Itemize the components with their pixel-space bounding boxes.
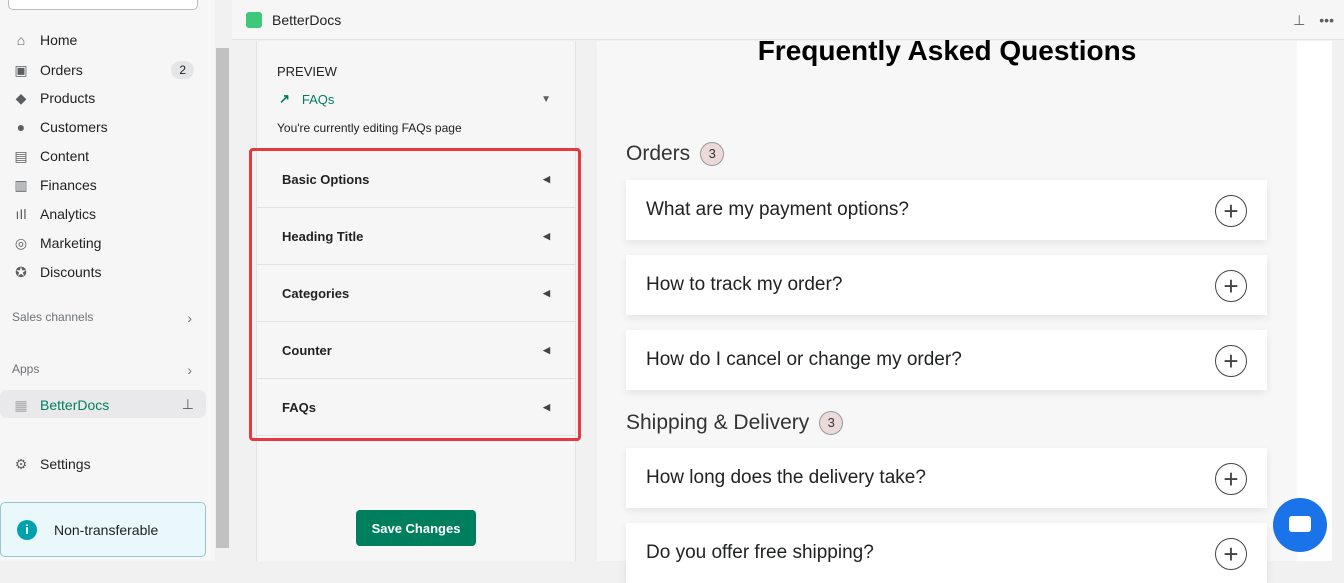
apps-header[interactable]: Apps › xyxy=(12,362,192,378)
editing-text: You're currently editing FAQs page xyxy=(277,121,462,135)
tag-icon: ◆ xyxy=(15,90,27,106)
orders-badge: 2 xyxy=(171,61,194,79)
caret-down-icon: ▼ xyxy=(541,93,551,105)
faq-item[interactable]: How long does the delivery take? + xyxy=(626,448,1267,508)
plus-icon[interactable]: + xyxy=(1215,345,1247,377)
save-changes-button[interactable]: Save Changes xyxy=(356,510,476,546)
sales-channels-header[interactable]: Sales channels › xyxy=(12,310,192,326)
plus-icon[interactable]: + xyxy=(1215,195,1247,227)
non-transferable-notice: i Non-transferable xyxy=(0,502,206,557)
discount-icon: ✪ xyxy=(15,264,27,280)
plus-icon[interactable]: + xyxy=(1215,463,1247,495)
bar-chart-icon: ıIl xyxy=(15,206,27,222)
section-categories[interactable]: Categories ◀ xyxy=(257,265,576,322)
category-heading: Shipping & Delivery 3 xyxy=(626,411,844,435)
home-icon: ⌂ xyxy=(16,32,26,48)
sidebar-scrollbar[interactable] xyxy=(215,0,230,561)
pin-icon[interactable]: ⊥ xyxy=(1293,12,1305,29)
section-heading-title[interactable]: Heading Title ◀ xyxy=(257,208,576,265)
app-icon: ▦ xyxy=(14,396,28,413)
preview-margin xyxy=(1297,41,1332,561)
options-accordion: Basic Options ◀ Heading Title ◀ Categories… xyxy=(249,148,581,441)
app-header: BetterDocs ⊥ ••• xyxy=(232,0,1344,40)
betterdocs-logo xyxy=(246,11,262,28)
sidebar-item-discounts[interactable]: ✪ Discounts xyxy=(12,264,194,280)
section-faqs[interactable]: FAQs ◀ xyxy=(257,379,576,436)
page-title: Frequently Asked Questions xyxy=(757,35,1137,66)
sidebar-item-marketing[interactable]: ◎ Marketing xyxy=(12,235,194,251)
chevron-right-icon: › xyxy=(187,310,192,326)
caret-left-icon: ◀ xyxy=(543,173,550,184)
sidebar-item-finances[interactable]: ▥ Finances xyxy=(12,177,194,193)
person-icon: ● xyxy=(16,119,26,135)
search-input[interactable] xyxy=(8,0,198,10)
faq-item[interactable]: How to track my order? + xyxy=(626,255,1267,315)
settings-panel: PREVIEW ↗ FAQs ▼ You're currently editing … xyxy=(249,41,581,561)
sidebar-item-customers[interactable]: ● Customers xyxy=(12,119,194,135)
chat-icon xyxy=(1289,516,1311,532)
caret-left-icon: ◀ xyxy=(543,287,550,298)
chevron-right-icon: › xyxy=(187,362,192,378)
sidebar-item-settings[interactable]: ⚙ Settings xyxy=(12,456,194,472)
more-icon[interactable]: ••• xyxy=(1319,12,1334,29)
gear-icon: ⚙ xyxy=(14,456,28,472)
external-link-icon: ↗ xyxy=(279,91,290,106)
info-icon: i xyxy=(17,519,37,540)
sidebar: ⌂ Home ▣ Orders 2 ◆ Products ● Customers ▤ Con… xyxy=(0,0,215,561)
scrollbar-thumb[interactable] xyxy=(216,48,229,548)
preview-page-select[interactable]: ↗ FAQs ▼ xyxy=(279,91,551,107)
orders-icon: ▣ xyxy=(14,62,28,78)
chat-button[interactable] xyxy=(1273,498,1327,552)
preview-label: PREVIEW xyxy=(277,64,337,79)
sidebar-item-home[interactable]: ⌂ Home xyxy=(12,32,194,48)
faq-item[interactable]: Do you offer free shipping? + xyxy=(626,523,1267,583)
section-basic-options[interactable]: Basic Options ◀ xyxy=(257,151,576,208)
caret-left-icon: ◀ xyxy=(543,401,550,412)
plus-icon[interactable]: + xyxy=(1215,538,1247,570)
caret-left-icon: ◀ xyxy=(543,230,550,241)
sidebar-item-products[interactable]: ◆ Products xyxy=(12,90,194,106)
faq-preview: Frequently Asked Questions Orders 3 What … xyxy=(597,35,1297,583)
faq-item[interactable]: How do I cancel or change my order? + xyxy=(626,330,1267,390)
sidebar-item-analytics[interactable]: ıIl Analytics xyxy=(12,206,194,222)
marketing-icon: ◎ xyxy=(14,235,28,251)
count-badge: 3 xyxy=(819,411,844,435)
sidebar-item-orders[interactable]: ▣ Orders 2 xyxy=(12,61,194,79)
sidebar-item-betterdocs[interactable]: ▦ BetterDocs ⊥ xyxy=(12,396,194,413)
faq-item[interactable]: What are my payment options? + xyxy=(626,180,1267,240)
section-counter[interactable]: Counter ◀ xyxy=(257,322,576,379)
category-heading: Orders 3 xyxy=(626,142,725,166)
bank-icon: ▥ xyxy=(14,177,28,193)
sidebar-item-content[interactable]: ▤ Content xyxy=(12,148,194,164)
caret-left-icon: ◀ xyxy=(543,344,550,355)
app-title: BetterDocs xyxy=(272,11,342,28)
pin-icon[interactable]: ⊥ xyxy=(182,396,194,413)
plus-icon[interactable]: + xyxy=(1215,270,1247,302)
content-icon: ▤ xyxy=(14,148,28,164)
count-badge: 3 xyxy=(700,142,725,166)
